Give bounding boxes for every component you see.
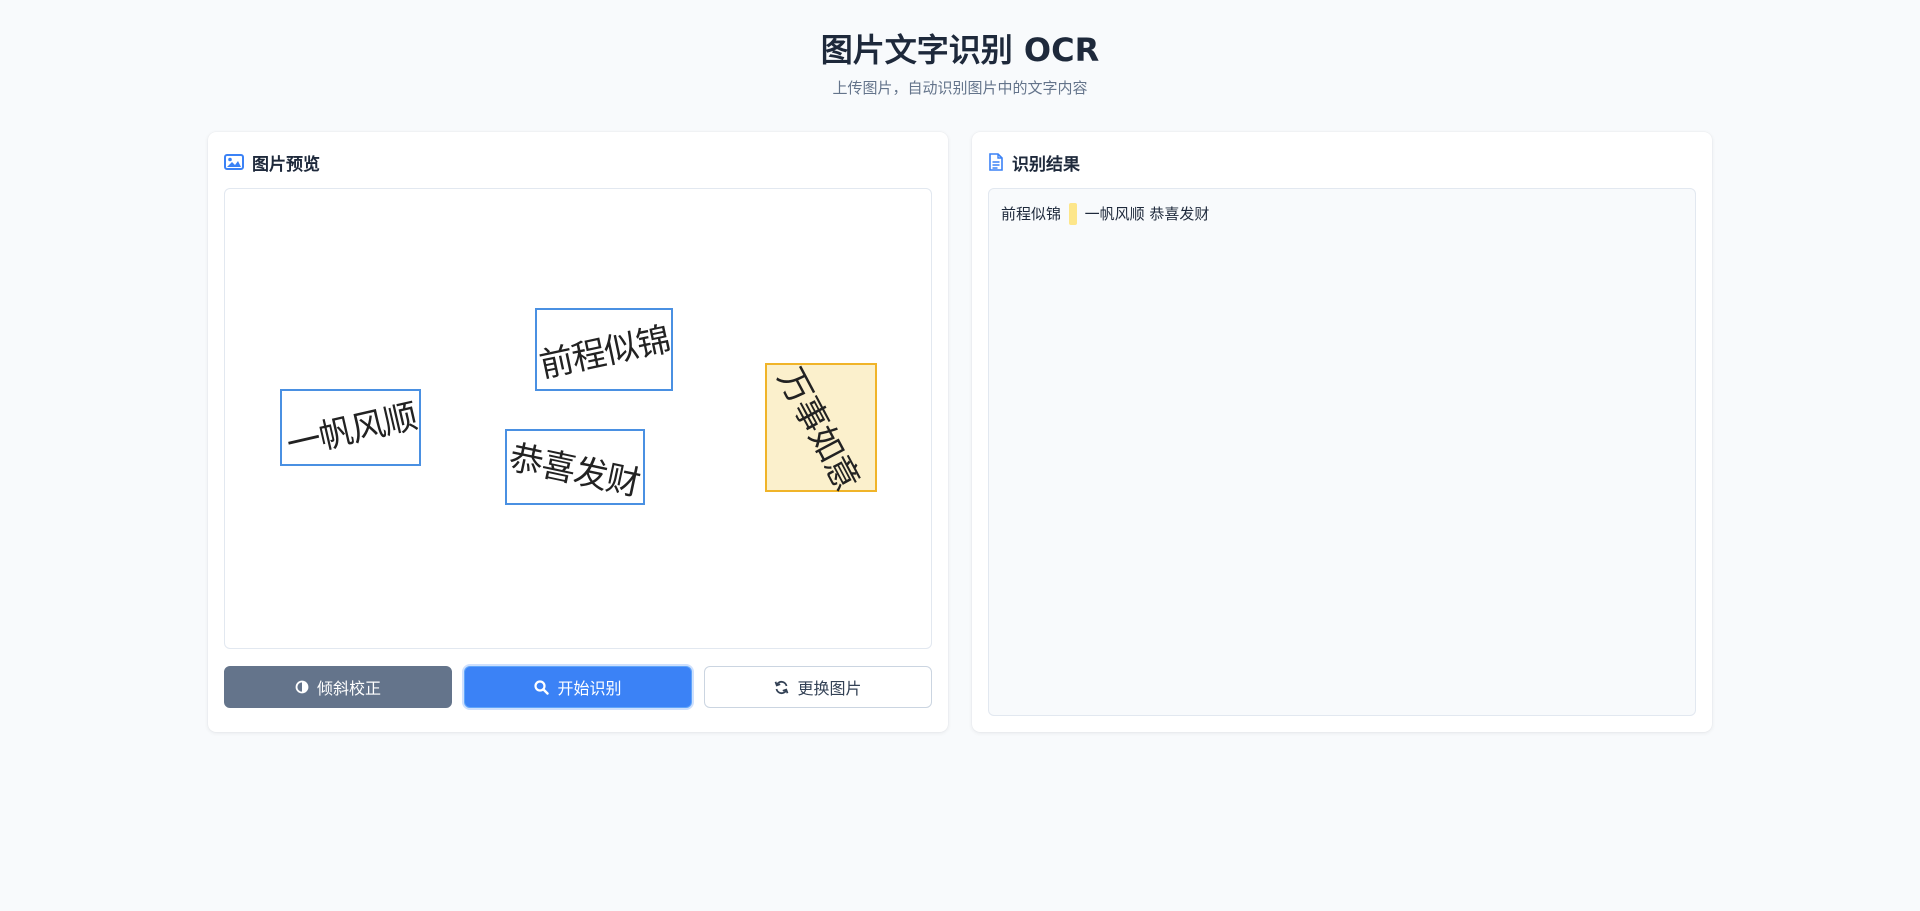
preview-card: 图片预览 前程似锦 一帆风顺 恭喜发财 万事如意 倾斜校正 开始识别 更换图片 — [208, 132, 948, 732]
result-segment[interactable]: 前程似锦 — [1001, 205, 1061, 223]
search-icon — [534, 679, 550, 695]
recognize-button[interactable]: 开始识别 — [464, 666, 692, 708]
result-text-area[interactable]: 前程似锦 一帆风顺 恭喜发财 — [988, 188, 1696, 716]
replace-image-button-label: 更换图片 — [797, 679, 862, 698]
text-region-label: 恭喜发财 — [505, 437, 643, 504]
result-card-title: 识别结果 — [1012, 154, 1080, 175]
document-icon — [988, 153, 1004, 171]
page-header: 图片文字识别 OCR 上传图片，自动识别图片中的文字内容 — [0, 30, 1920, 98]
action-buttons: 倾斜校正 开始识别 更换图片 — [224, 666, 932, 708]
recognize-button-label: 开始识别 — [557, 679, 622, 698]
deskew-button[interactable]: 倾斜校正 — [224, 666, 452, 708]
result-card-header: 识别结果 — [988, 150, 1080, 175]
result-segment[interactable]: 一帆风顺 — [1085, 205, 1145, 223]
text-region-box[interactable]: 前程似锦 — [535, 308, 673, 391]
preview-card-header: 图片预览 — [224, 150, 320, 175]
text-region-label: 一帆风顺 — [282, 396, 421, 466]
refresh-icon — [774, 680, 789, 695]
text-region-box-selected[interactable]: 万事如意 — [765, 361, 877, 497]
preview-card-title: 图片预览 — [252, 154, 320, 175]
result-segment[interactable]: 恭喜发财 — [1149, 205, 1209, 223]
result-highlight-marker — [1068, 203, 1077, 225]
text-region-label: 前程似锦 — [536, 319, 674, 387]
image-preview: 前程似锦 一帆风顺 恭喜发财 万事如意 — [224, 188, 932, 649]
text-region-box[interactable]: 一帆风顺 — [280, 389, 421, 466]
page-subtitle: 上传图片，自动识别图片中的文字内容 — [832, 79, 1088, 97]
replace-image-button[interactable]: 更换图片 — [704, 666, 932, 708]
image-icon — [224, 154, 244, 170]
deskew-button-label: 倾斜校正 — [316, 679, 381, 698]
result-card: 识别结果 前程似锦 一帆风顺 恭喜发财 — [972, 132, 1712, 732]
contrast-icon — [295, 680, 309, 694]
page-title: 图片文字识别 OCR — [820, 31, 1100, 69]
text-region-label: 万事如意 — [769, 361, 867, 497]
text-region-box[interactable]: 恭喜发财 — [505, 429, 645, 505]
